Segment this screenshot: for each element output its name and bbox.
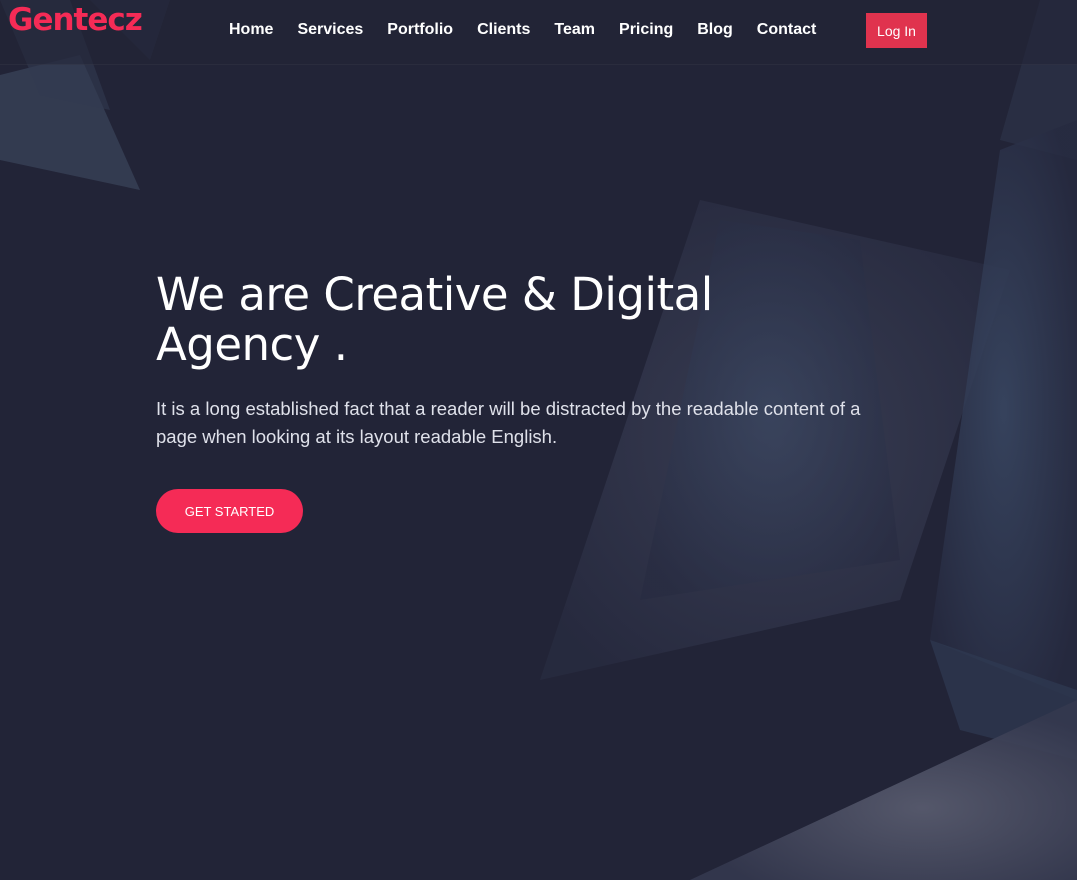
page: Gentecz Home Services Portfolio Clients … <box>0 0 1077 880</box>
brand-logo[interactable]: Gentecz <box>8 0 143 40</box>
hero-description: It is a long established fact that a rea… <box>156 398 861 447</box>
get-started-button[interactable]: GET STARTED <box>156 489 303 533</box>
header: Gentecz Home Services Portfolio Clients … <box>0 0 1077 65</box>
nav-item-clients[interactable]: Clients <box>477 19 530 41</box>
nav-item-services[interactable]: Services <box>297 19 363 41</box>
nav-item-portfolio[interactable]: Portfolio <box>387 19 453 41</box>
nav-item-home[interactable]: Home <box>229 19 273 41</box>
nav-item-pricing[interactable]: Pricing <box>619 19 673 41</box>
hero-title: We are Creative & Digital Agency . <box>156 268 713 371</box>
login-button[interactable]: Log In <box>866 13 927 48</box>
nav-item-team[interactable]: Team <box>554 19 595 41</box>
main-nav: Home Services Portfolio Clients Team Pri… <box>229 19 840 41</box>
nav-item-blog[interactable]: Blog <box>697 19 733 41</box>
nav-item-contact[interactable]: Contact <box>757 19 817 41</box>
